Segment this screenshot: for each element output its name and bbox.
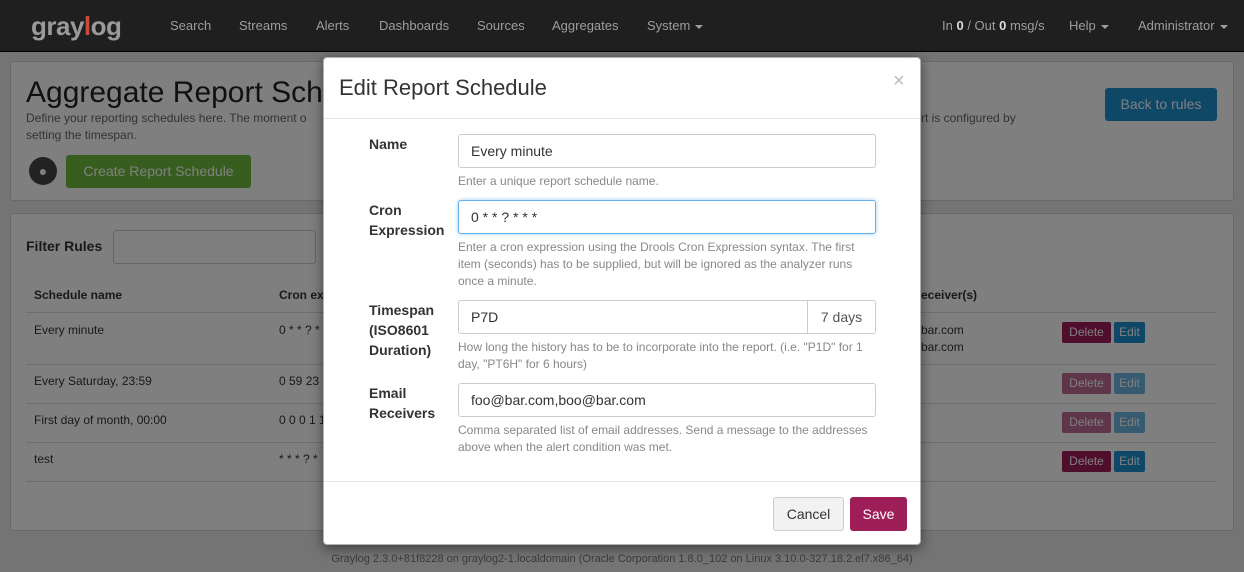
cron-label-line2: Expression [369,222,445,238]
close-icon[interactable]: × [893,70,905,93]
graylog-logo[interactable]: graylog [31,11,122,42]
modal-header: Edit Report Schedule × [324,58,920,119]
save-button[interactable]: Save [850,497,907,531]
nav-search[interactable]: Search [170,18,211,33]
throughput-out-label: / Out [963,18,1000,33]
email-receivers-input[interactable]: foo@bar.com,boo@bar.com [458,383,876,417]
timespan-label: Timespan (ISO8601 Duration) [369,300,434,360]
cancel-button[interactable]: Cancel [773,497,844,531]
throughput-indicator: In 0 / Out 0 msg/s [942,18,1045,33]
cron-label-line1: Cron [369,202,402,218]
nav-user-menu[interactable]: Administrator [1138,18,1228,33]
email-label-line2: Receivers [369,405,436,421]
email-help-text: Comma separated list of email addresses.… [458,423,868,454]
caret-down-icon [695,24,704,29]
caret-down-icon [1219,24,1228,29]
throughput-in-label: In [942,18,957,33]
top-navbar: graylog Search Streams Alerts Dashboards… [0,0,1244,52]
timespan-label-line1: Timespan [369,302,435,318]
nav-dashboards[interactable]: Dashboards [379,18,449,33]
timespan-label-line2: (ISO8601 [369,322,429,338]
edit-report-schedule-modal: Edit Report Schedule × Name Every minute… [323,57,921,545]
nav-system-label: System [647,18,691,33]
nav-sources[interactable]: Sources [477,18,525,33]
nav-user-label: Administrator [1138,18,1215,33]
email-label-line1: Email [369,385,407,401]
throughput-unit: msg/s [1006,18,1045,33]
modal-footer-divider [324,481,920,482]
caret-down-icon [1100,24,1109,29]
timespan-label-line3: Duration) [369,342,432,358]
cron-expression-input[interactable]: 0 * * ? * * * [458,200,876,234]
cron-label: Cron Expression [369,200,444,240]
nav-system[interactable]: System [647,18,704,33]
nav-help-label: Help [1069,18,1096,33]
timespan-input[interactable]: P7D [458,300,808,334]
email-receivers-label: Email Receivers [369,383,435,423]
nav-alerts[interactable]: Alerts [316,18,349,33]
throughput-in-value: 0 [956,18,964,33]
timespan-duration-addon: 7 days [807,300,876,334]
timespan-help-text: How long the history has to be to incorp… [458,340,863,371]
name-input[interactable]: Every minute [458,134,876,168]
nav-help[interactable]: Help [1069,18,1109,33]
nav-streams[interactable]: Streams [239,18,287,33]
cron-help-text: Enter a cron expression using the Drools… [458,240,855,288]
modal-title: Edit Report Schedule [339,75,547,100]
name-help-text: Enter a unique report schedule name. [458,174,659,188]
name-label: Name [369,136,408,152]
nav-aggregates[interactable]: Aggregates [552,18,619,33]
